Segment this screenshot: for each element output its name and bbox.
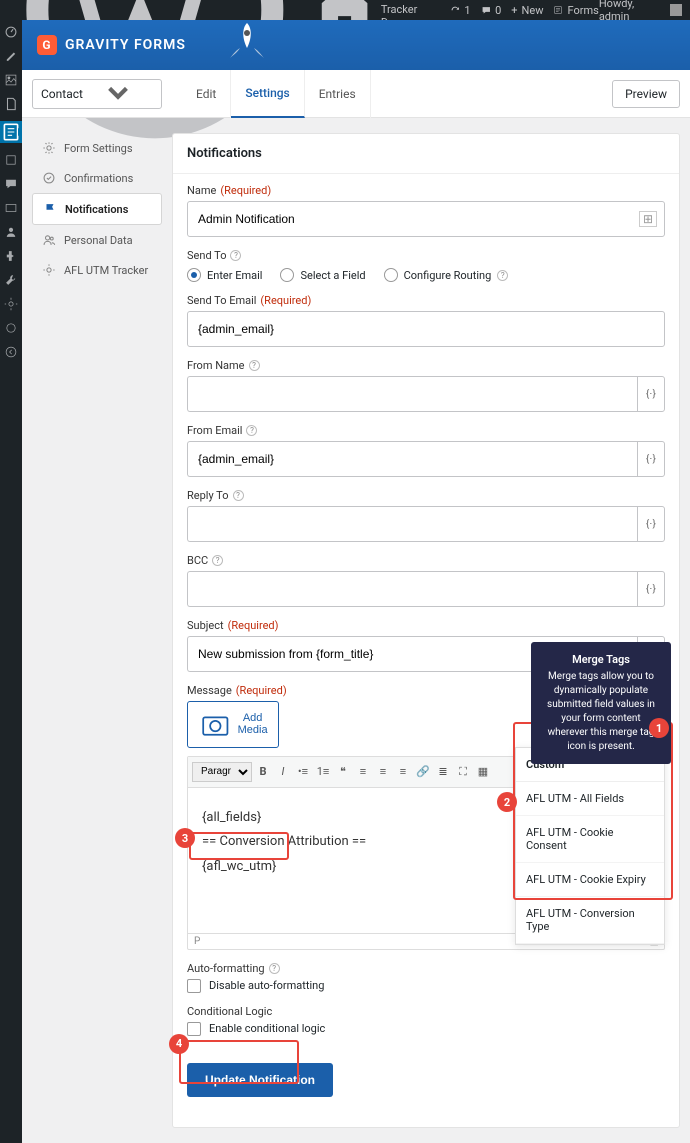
align-right-icon[interactable]: ≡ — [394, 763, 412, 781]
help-icon[interactable]: ? — [212, 555, 223, 566]
quote-icon[interactable]: ❝ — [334, 763, 352, 781]
sidebar-personal-data[interactable]: Personal Data — [32, 225, 162, 255]
bold-icon[interactable]: B — [254, 763, 272, 781]
settings-sidebar: Form Settings Confirmations Notification… — [32, 133, 162, 1128]
rocket-icon — [222, 18, 272, 68]
forms-icon[interactable] — [0, 121, 22, 143]
bullet-list-icon[interactable]: •≡ — [294, 763, 312, 781]
dashboard-icon[interactable] — [4, 25, 18, 39]
dd-item[interactable]: AFL UTM - All Fields — [516, 782, 664, 816]
tab-edit[interactable]: Edit — [182, 70, 231, 118]
merge-tag-button[interactable]: {⋅} — [637, 571, 665, 607]
help-icon[interactable]: ? — [246, 425, 257, 436]
flag-icon — [43, 202, 57, 216]
new-content[interactable]: +New — [511, 4, 543, 17]
editor-path: P — [194, 936, 200, 947]
link-icon[interactable]: 🔗 — [414, 763, 432, 781]
form-selector[interactable]: Contact — [32, 79, 162, 109]
merge-tag-button[interactable]: {⋅} — [637, 376, 665, 412]
reply-to-input[interactable] — [187, 506, 637, 542]
annotation-num-4: 4 — [169, 1034, 189, 1054]
toolbar-toggle-icon[interactable]: ▦ — [474, 763, 492, 781]
merge-tag-button[interactable]: {⋅} — [637, 506, 665, 542]
form-icon[interactable]: ⊞ — [639, 211, 657, 227]
gf-header: G GRAVITY FORMS — [22, 20, 690, 70]
align-center-icon[interactable]: ≡ — [374, 763, 392, 781]
annotation-num-1: 1 — [649, 718, 669, 738]
block-format-select[interactable]: Paragraph — [192, 762, 252, 782]
users-icon[interactable] — [4, 225, 18, 239]
check-icon — [42, 171, 56, 185]
more-icon[interactable]: ≣ — [434, 763, 452, 781]
tab-settings[interactable]: Settings — [231, 70, 304, 118]
disable-autoformat-checkbox[interactable] — [187, 979, 201, 993]
annotation-num-3: 3 — [175, 828, 195, 848]
sidebar-form-settings[interactable]: Form Settings — [32, 133, 162, 163]
gear-icon — [42, 141, 56, 155]
rail-icon[interactable] — [4, 321, 18, 335]
help-icon[interactable]: ? — [233, 490, 244, 501]
wp-admin-rail — [0, 20, 22, 1143]
forms-menu[interactable]: Forms — [553, 4, 598, 17]
sidebar-notifications[interactable]: Notifications — [32, 193, 162, 225]
fullscreen-icon[interactable]: ⛶ — [454, 763, 472, 781]
add-media-button[interactable]: Add Media — [187, 701, 279, 748]
align-left-icon[interactable]: ≡ — [354, 763, 372, 781]
comments[interactable]: 0 — [481, 4, 502, 17]
dd-item[interactable]: AFL UTM - Cookie Consent — [516, 816, 664, 863]
gear-icon — [42, 263, 56, 277]
settings-icon[interactable] — [4, 297, 18, 311]
radio-configure-routing[interactable]: Configure Routing ? — [384, 268, 509, 282]
update-notification-button[interactable]: Update Notification — [187, 1063, 333, 1097]
sidebar-afl-utm[interactable]: AFL UTM Tracker — [32, 255, 162, 285]
updates[interactable]: 1 — [450, 4, 471, 17]
gf-brand: GRAVITY FORMS — [65, 37, 186, 53]
annotation-num-2: 2 — [497, 792, 517, 812]
posts-icon[interactable] — [4, 49, 18, 63]
merge-tags-tooltip: Merge Tags Merge tags allow you to dynam… — [531, 642, 671, 764]
pages-icon[interactable] — [4, 97, 18, 111]
tools-icon[interactable] — [4, 273, 18, 287]
help-icon[interactable]: ? — [269, 963, 280, 974]
number-list-icon[interactable]: 1≡ — [314, 763, 332, 781]
tab-entries[interactable]: Entries — [305, 70, 371, 118]
merge-tag-dropdown: Custom AFL UTM - All Fields AFL UTM - Co… — [515, 747, 665, 945]
avatar-icon — [670, 4, 682, 16]
help-icon[interactable]: ? — [249, 360, 260, 371]
chevron-down-icon — [83, 80, 153, 108]
help-icon[interactable]: ? — [497, 270, 508, 281]
notification-panel: Notifications Name (Required) ⊞ Send To … — [172, 133, 680, 1128]
plugins-icon[interactable] — [4, 249, 18, 263]
gf-toolbar: Contact Edit Settings Entries Preview — [22, 70, 690, 118]
name-input[interactable] — [187, 201, 665, 237]
media-icon[interactable] — [4, 73, 18, 87]
italic-icon[interactable]: I — [274, 763, 292, 781]
dd-item[interactable]: AFL UTM - Cookie Expiry — [516, 863, 664, 897]
users-icon — [42, 233, 56, 247]
radio-enter-email[interactable]: Enter Email — [187, 268, 262, 282]
comments-icon[interactable] — [4, 177, 18, 191]
radio-select-field[interactable]: Select a Field — [280, 268, 365, 282]
gf-logo-icon: G — [37, 35, 57, 55]
send-to-email-input[interactable] — [187, 311, 665, 347]
panel-title: Notifications — [173, 134, 679, 174]
dd-item[interactable]: AFL UTM - Conversion Type — [516, 897, 664, 944]
from-name-input[interactable] — [187, 376, 637, 412]
enable-cond-logic-checkbox[interactable] — [187, 1022, 201, 1036]
sidebar-confirmations[interactable]: Confirmations — [32, 163, 162, 193]
collapse-icon[interactable] — [4, 345, 18, 359]
camera-icon — [198, 707, 233, 742]
help-icon[interactable]: ? — [230, 250, 241, 261]
from-email-input[interactable] — [187, 441, 637, 477]
bcc-input[interactable] — [187, 571, 637, 607]
wp-admin-bar: AFL UTM Tracker Demo 1 0 +New Forms Howd… — [0, 0, 690, 20]
preview-button[interactable]: Preview — [612, 80, 680, 108]
rail-icon[interactable] — [4, 153, 18, 167]
rail-icon[interactable] — [4, 201, 18, 215]
merge-tag-button[interactable]: {⋅} — [637, 441, 665, 477]
